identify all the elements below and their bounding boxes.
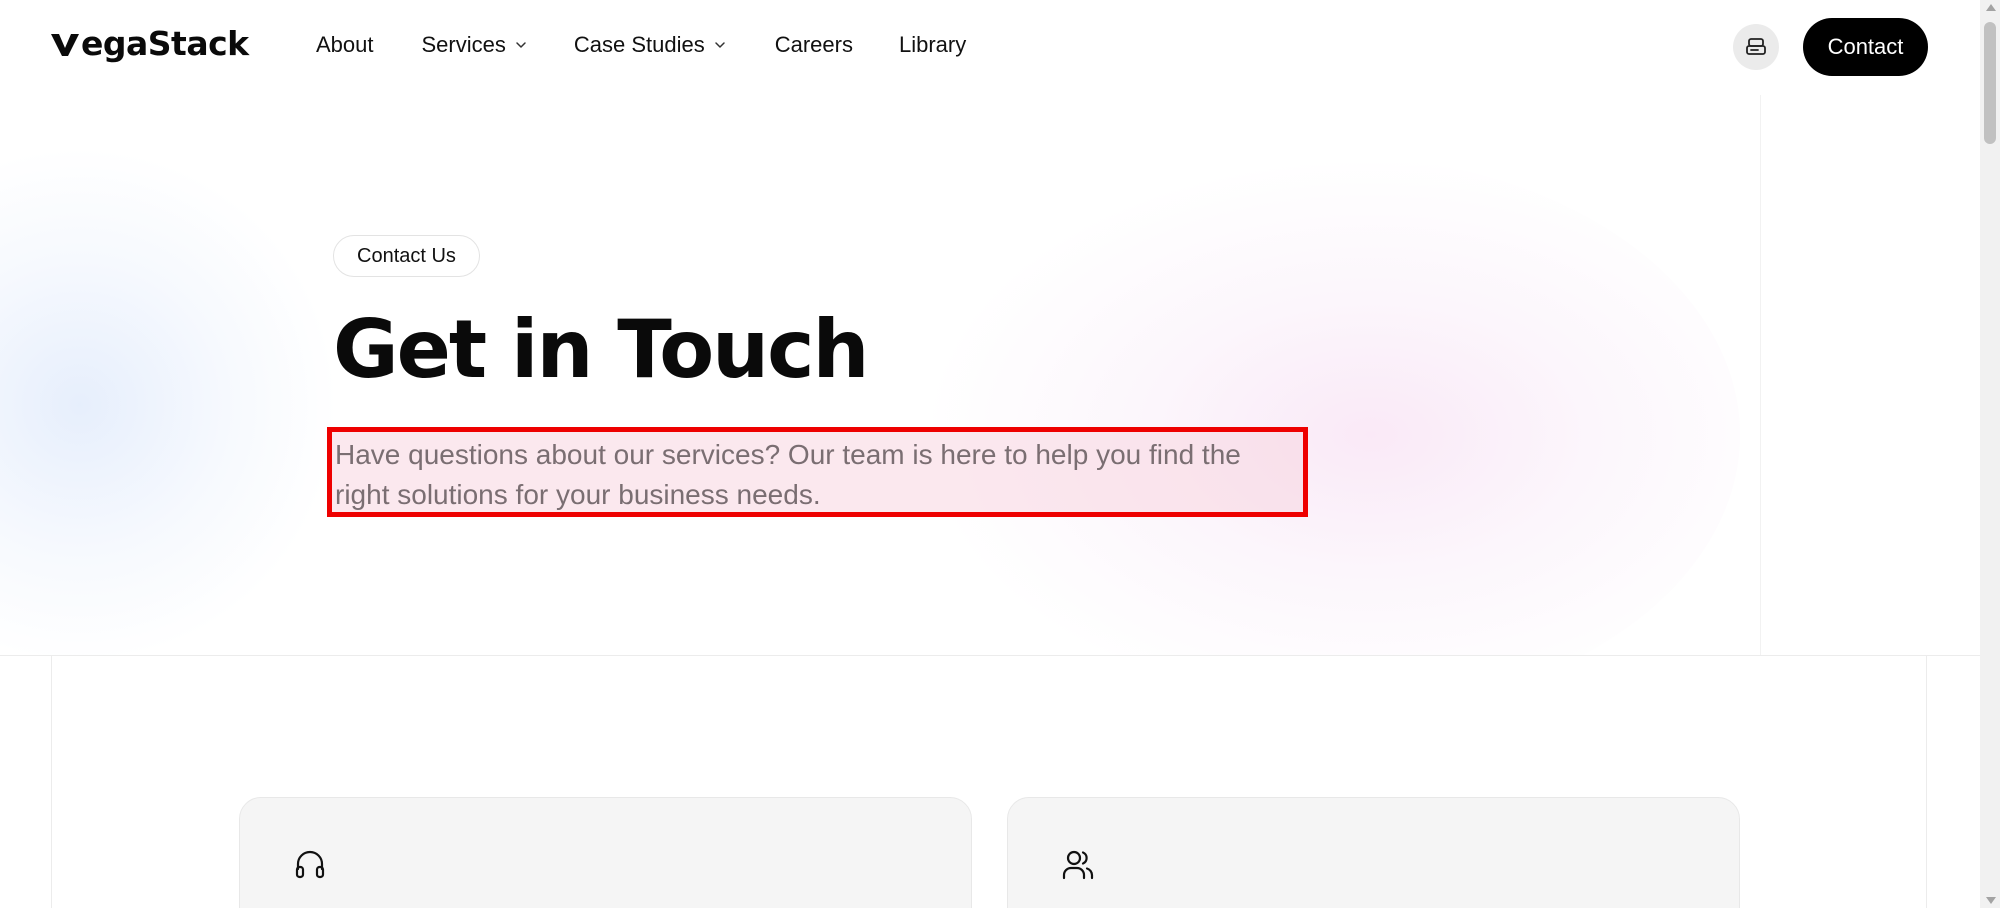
section-divider	[0, 655, 1980, 656]
nav-item-about[interactable]: About	[316, 32, 374, 58]
scroll-up-arrow-icon[interactable]	[1986, 4, 1996, 11]
content-right-border	[1926, 655, 1927, 908]
scrollbar-thumb[interactable]	[1984, 22, 1996, 144]
scroll-down-arrow-icon[interactable]	[1986, 897, 1996, 904]
contact-button[interactable]: Contact	[1803, 18, 1928, 76]
page-title: Get in Touch	[333, 303, 869, 396]
hero-gradient-pink	[920, 155, 1740, 655]
hero-gradient-blue	[0, 145, 340, 655]
nav-item-library[interactable]: Library	[899, 32, 966, 58]
nav-item-label: Services	[421, 32, 506, 57]
nav-item-label: Library	[898, 32, 967, 57]
nav-item-label: Case Studies	[573, 32, 705, 57]
hero-subtitle: Have questions about our services? Our t…	[327, 427, 1308, 517]
contact-us-badge: Contact Us	[333, 235, 480, 277]
nav-item-case-studies[interactable]: Case Studies	[574, 32, 727, 58]
page-scrollbar[interactable]	[1980, 0, 2000, 908]
hero-divider	[1760, 95, 1761, 655]
printer-icon	[1746, 38, 1766, 55]
chevron-down-icon	[516, 42, 526, 48]
brand-logo[interactable]: egaStack	[50, 24, 249, 63]
nav-links: About Services Case Studies Careers Libr…	[316, 32, 1012, 58]
headphones-icon	[295, 850, 325, 879]
nav-item-services[interactable]: Services	[422, 32, 528, 58]
chevron-down-icon	[714, 42, 725, 48]
theme-toggle-button[interactable]	[1733, 24, 1779, 70]
brand-name: egaStack	[81, 24, 249, 63]
nav-item-label: About	[316, 32, 374, 57]
logo-v-mark-icon	[51, 33, 79, 56]
top-navigation: egaStack About Services Case Studies Car…	[0, 0, 1980, 95]
nav-item-careers[interactable]: Careers	[775, 32, 853, 58]
sales-card[interactable]	[1007, 797, 1740, 908]
content-left-border	[51, 655, 52, 908]
hero-section: Contact Us Get in Touch Have questions a…	[0, 95, 1980, 655]
support-card[interactable]	[239, 797, 972, 908]
nav-item-label: Careers	[774, 32, 853, 57]
users-icon	[1062, 850, 1094, 880]
